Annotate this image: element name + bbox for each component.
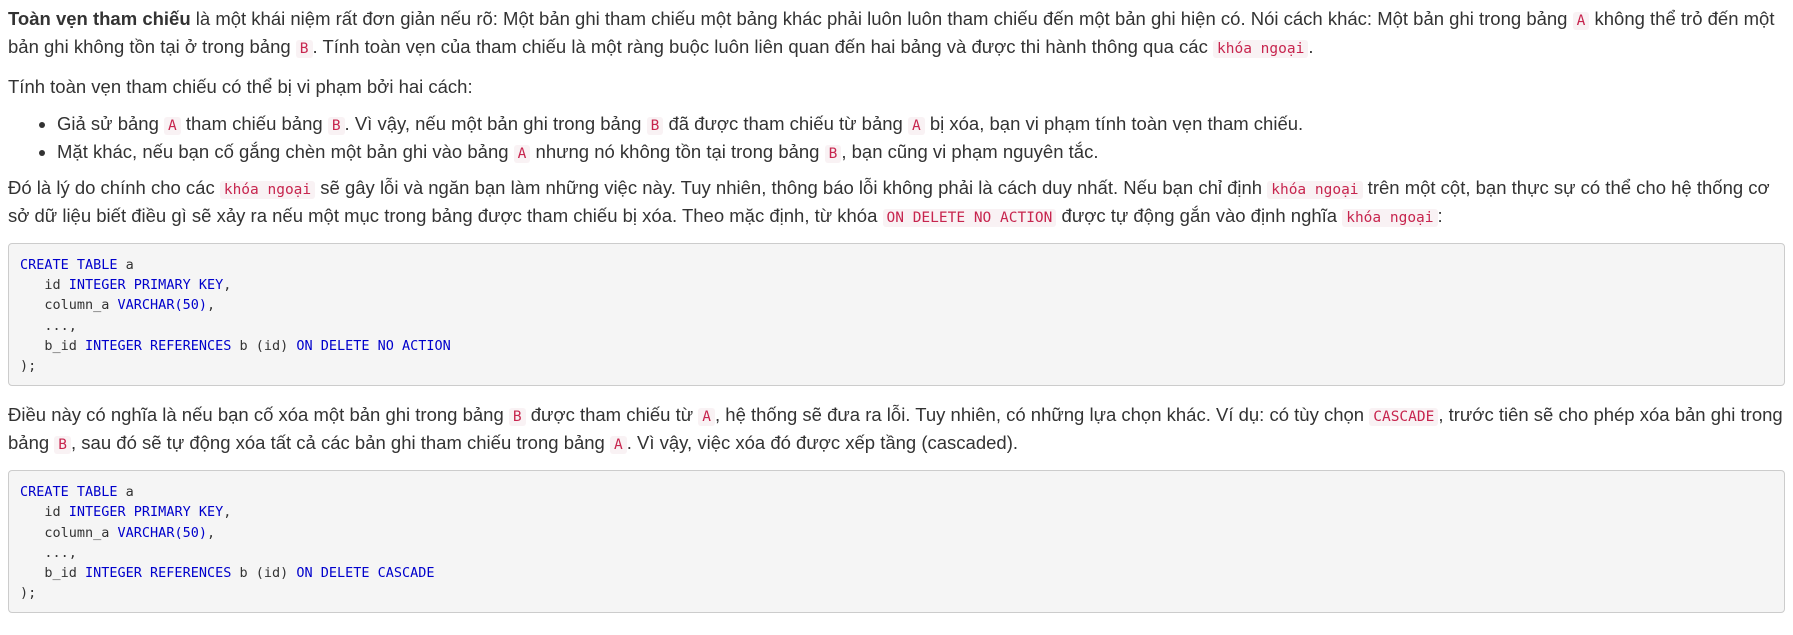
text: Mặt khác, nếu bạn cố gắng chèn một bản g… [57, 141, 514, 162]
text: . Vì vậy, nếu một bản ghi trong bảng [344, 113, 647, 134]
paragraph-foreign-key-default: Đó là lý do chính cho các khóa ngoại sẽ … [8, 175, 1785, 231]
text: . Vì vậy, việc xóa đó được xếp tầng (cas… [626, 432, 1019, 454]
code-text: , [223, 504, 232, 521]
code-text: , [206, 524, 216, 541]
inline-code: B [295, 40, 313, 58]
text: bị xóa, bạn vi phạm tính toàn vẹn tham c… [924, 113, 1304, 134]
code-text: ); [20, 358, 37, 375]
code-text: , [206, 297, 216, 314]
code-block-cascade: CREATE TABLE a id INTEGER PRIMARY KEY, c… [8, 470, 1785, 614]
sql-keyword: ON DELETE NO ACTION [296, 337, 451, 354]
text: là một khái niệm rất đơn giản nếu rõ: Mộ… [190, 8, 1573, 29]
code-text: column_a [20, 524, 118, 541]
sql-keyword: VARCHAR(50) [117, 524, 207, 541]
sql-keyword: INTEGER PRIMARY KEY [68, 504, 224, 521]
inline-code: khóa ngoại [219, 181, 316, 199]
code-block-no-action: CREATE TABLE a id INTEGER PRIMARY KEY, c… [8, 243, 1785, 387]
inline-code: B [327, 117, 345, 135]
text: , sau đó sẽ tự động xóa tất cả các bản g… [71, 432, 610, 454]
text: Điều này có nghĩa là nếu bạn cố xóa một … [8, 404, 509, 426]
inline-code: B [824, 145, 842, 163]
paragraph-definition: Toàn vẹn tham chiếu là một khái niệm rất… [8, 6, 1785, 62]
inline-code: A [1572, 12, 1590, 30]
code-text: b (id) [231, 337, 297, 354]
text: sẽ gây lỗi và ngăn bạn làm những việc nà… [315, 177, 1268, 198]
inline-code: A [164, 117, 181, 135]
code-text: column_a [20, 297, 118, 314]
text: nhưng nó không tồn tại trong bảng [530, 141, 825, 162]
list-item: Mặt khác, nếu bạn cố gắng chèn một bản g… [57, 139, 1785, 167]
sql-keyword: CREATE TABLE [20, 484, 118, 501]
article-content: Toàn vẹn tham chiếu là một khái niệm rất… [0, 0, 1793, 614]
inline-code: A [698, 408, 715, 427]
inline-code: ON DELETE NO ACTION [882, 209, 1057, 227]
text: được tham chiếu từ [525, 404, 699, 426]
text: : [1437, 205, 1443, 226]
inline-code: A [907, 117, 925, 135]
text: , bạn cũng vi phạm nguyên tắc. [841, 141, 1099, 162]
text: , hệ thống sẽ đưa ra lỗi. Tuy nhiên, có … [715, 404, 1370, 426]
code-text: ..., [20, 544, 77, 561]
inline-code: khóa ngoại [1267, 181, 1363, 199]
code-text: b (id) [231, 565, 297, 582]
text: đã được tham chiếu từ bảng [663, 113, 908, 134]
text: được tự động gắn vào định nghĩa [1056, 205, 1343, 226]
code-text: ..., [20, 317, 77, 334]
text: . Tính toàn vẹn của tham chiếu là một rà… [312, 36, 1213, 57]
violation-list: Giả sử bảng A tham chiếu bảng B. Vì vậy,… [8, 111, 1785, 167]
list-item: Giả sử bảng A tham chiếu bảng B. Vì vậy,… [57, 111, 1785, 139]
inline-code: A [513, 145, 531, 163]
sql-keyword: INTEGER PRIMARY KEY [68, 277, 224, 294]
inline-code: khóa ngoại [1342, 209, 1438, 227]
inline-code: B [646, 117, 664, 135]
code-text: id [20, 504, 69, 521]
sql-keyword: ON DELETE CASCADE [296, 565, 435, 582]
text: tham chiếu bảng [180, 113, 328, 134]
code-text: a [117, 257, 134, 273]
code-text: , [223, 277, 232, 294]
text: Giả sử bảng [57, 113, 164, 134]
inline-code: B [508, 408, 526, 427]
sql-keyword: INTEGER REFERENCES [85, 337, 232, 354]
sql-keyword: VARCHAR(50) [117, 297, 207, 314]
code-text: b_id [20, 337, 86, 354]
sql-keyword: INTEGER REFERENCES [85, 565, 232, 582]
code-text: ); [20, 585, 37, 602]
term-referential-integrity: Toàn vẹn tham chiếu [8, 8, 191, 29]
paragraph-violation-intro: Tính toàn vẹn tham chiếu có thể bị vi ph… [8, 76, 473, 97]
paragraph-cascade: Điều này có nghĩa là nếu bạn cố xóa một … [8, 402, 1785, 458]
code-text: id [20, 277, 69, 294]
inline-code: khóa ngoại [1213, 40, 1309, 58]
inline-code: B [54, 436, 72, 455]
code-text: b_id [20, 565, 86, 582]
inline-code: CASCADE [1369, 408, 1439, 427]
inline-code: A [610, 436, 627, 455]
text: . [1308, 36, 1314, 57]
sql-keyword: CREATE TABLE [20, 257, 118, 273]
text: Đó là lý do chính cho các [8, 177, 220, 198]
code-text: a [117, 484, 134, 501]
